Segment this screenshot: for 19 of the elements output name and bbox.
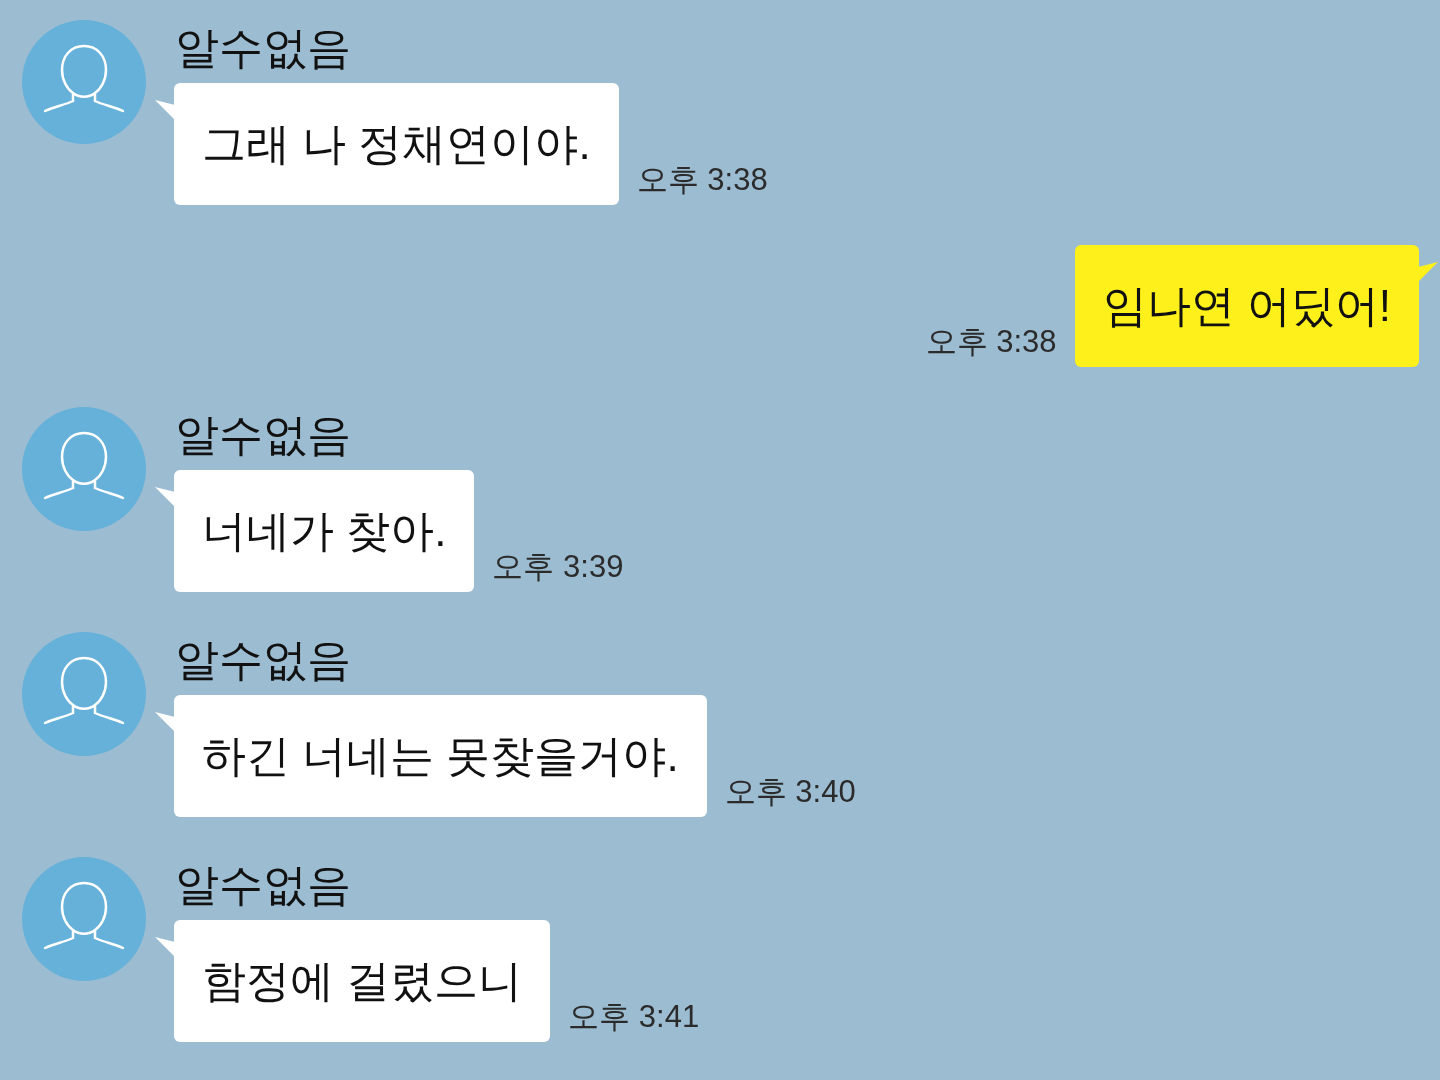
message-time: 오후 3:38 xyxy=(925,322,1057,361)
message-bubble: 임나연 어딨어! xyxy=(1074,245,1419,367)
message-time: 오후 3:39 xyxy=(492,547,624,586)
sender-name: 알수없음 xyxy=(175,859,352,911)
avatar-icon xyxy=(22,632,146,756)
message-bubble: 하긴 너네는 못찾을거야. xyxy=(174,695,707,817)
avatar-icon xyxy=(22,20,146,144)
message-bubble: 너네가 찾아. xyxy=(174,470,475,592)
message-time: 오후 3:40 xyxy=(724,772,856,811)
message-bubble: 그래 나 정채연이야. xyxy=(174,83,619,205)
sender-name: 알수없음 xyxy=(175,22,352,74)
sender-name: 알수없음 xyxy=(175,634,352,686)
message-bubble: 함정에 걸렸으니 xyxy=(174,920,551,1042)
message-time: 오후 3:41 xyxy=(568,997,700,1036)
message-time: 오후 3:38 xyxy=(636,160,768,199)
sender-name: 알수없음 xyxy=(175,409,352,461)
bubble-tail-icon xyxy=(1418,262,1438,282)
avatar-icon xyxy=(22,407,146,531)
avatar-icon xyxy=(22,857,146,981)
